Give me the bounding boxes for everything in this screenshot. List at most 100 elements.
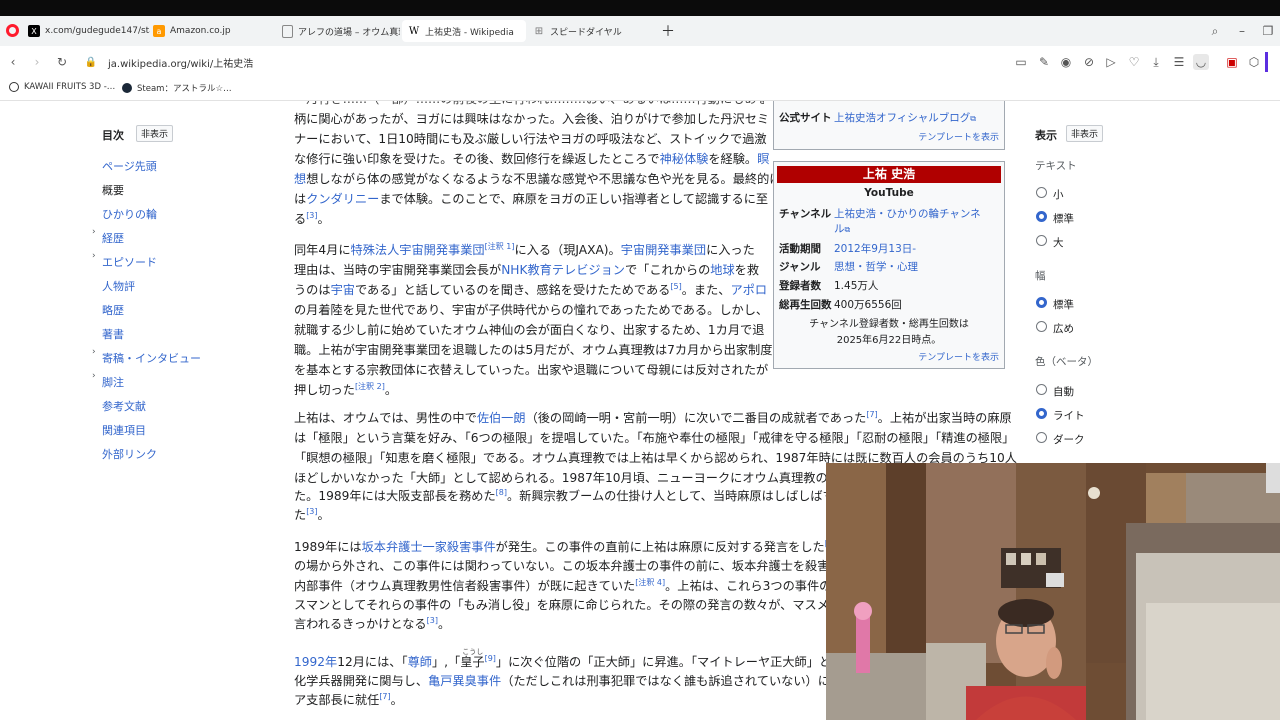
screen-top-strip [0,0,1280,16]
toc-item-hikari[interactable]: ひかりの輪 [102,206,157,222]
edit-icon[interactable]: ✎ [1036,54,1052,70]
article-line: を基本とする宗教団体に衣替えしていった。出家や退職について母親には反対されたが [294,363,769,377]
ib-channel-label: チャンネル [779,208,832,220]
lock-icon: 🔒 [84,56,98,68]
template-link[interactable]: テンプレートを表示 [918,130,999,143]
ib-note-date: 2025年6月22日時点。 [836,335,942,346]
ib-title: 上祐 史浩 [777,166,1001,183]
article-line: ナーにおいて、1日10時間にも及ぶ厳しい行法やヨガの呼吸法など、ストイックで過激 [294,132,767,146]
template-link[interactable]: テンプレートを表示 [918,350,999,363]
color-heading: 色（ベータ） [1035,356,1098,368]
cube-icon[interactable]: ⬡ [1246,54,1262,70]
article-line: の月着陸を見た世代であり、宇宙が子供時代からの憧れであったためである。しかし、 [294,303,769,317]
bookmarks-bar: KAWAII FRUITS 3D -… Steam：アストラル☆… [0,78,1280,101]
bookmark-kawaii[interactable]: KAWAII FRUITS 3D -… [9,82,115,92]
profile-icon[interactable]: ◡ [1193,54,1209,70]
ib-note: チャンネル登録者数・総再生回数は [809,319,969,330]
toc-item-references[interactable]: 参考文献 [102,398,146,414]
article-line: た[3]。 [294,506,330,522]
article-line: 同年4月に特殊法人宇宙開発事業団[注釈 1]に入る（現JAXA)。宇宙開発事業団… [294,241,755,257]
article-line: うのは宇宙である」と話しているのを聞き、感銘を受けたためである[5]。また、アポ… [294,281,768,297]
chevron-right-icon[interactable]: › [92,347,96,357]
radio-width-standard[interactable] [1036,297,1047,308]
extension-red-icon[interactable]: ▣ [1224,54,1240,70]
reader-icon[interactable]: ▭ [1013,54,1029,70]
ib-views-value: 400万6556回 [834,299,902,311]
download-icon[interactable]: ⤓ [1148,54,1164,70]
toc-item-episodes[interactable]: エピソード [102,254,157,270]
link-kundalini[interactable]: クンダリニー [306,192,379,206]
restore-icon[interactable]: ❐ [1260,23,1276,39]
toc-item-related[interactable]: 関連項目 [102,422,146,438]
tab-x[interactable]: X x.com/gudegude147/stat… [22,20,150,42]
address-bar-row: ‹ › ↻ 🔒 ja.wikipedia.org/wiki/上祐史浩 ▭ ✎ ◉… [0,46,1280,78]
heart-icon[interactable]: ♡ [1126,54,1142,70]
chevron-right-icon[interactable]: › [92,371,96,381]
appearance-hide-button[interactable]: 非表示 [1066,125,1104,142]
toc-item-career[interactable]: 経歴 [102,230,124,246]
bookmark-steam[interactable]: Steam：アストラル☆… [122,82,232,94]
toc-item-top[interactable]: ページ先頭 [102,158,157,174]
x-logo-icon: X [28,25,40,37]
ib-official-link[interactable]: 上祐史浩オフィシャルブログ [834,112,970,124]
article-line: 1989年には坂本弁護士一家殺害事件が発生。この事件の直前に上祐は麻原に反対する… [294,539,836,554]
chevron-right-icon[interactable]: › [92,251,96,261]
globe-icon [9,82,19,92]
article-line: 想想しながら体の感覚がなくなるような不思議な感覚や不思議な色や光を見る。最終的に [294,172,782,186]
toc-item-overview[interactable]: 概要 [102,182,124,198]
search-tabs-icon[interactable]: ⌕ [1207,23,1223,39]
minimize-icon[interactable]: – [1234,23,1250,39]
ib-channel-link[interactable]: 上祐史浩・ひかりの輪チャンネ [834,208,981,220]
link-meisou[interactable]: 瞑 [757,152,769,166]
shield-icon[interactable]: ⊘ [1081,54,1097,70]
tab-speed-dial[interactable]: ⊞ スピードダイヤル [527,20,651,42]
article-line: 一月行き……（一部）……の前後の主に行われ………おい、あるいは……行動にもある… [294,101,764,110]
ib-official-label: 公式サイト [779,112,832,124]
ib-period-value[interactable]: 2012年9月13日- [834,243,916,255]
play-icon[interactable]: ▷ [1103,54,1119,70]
address-field[interactable]: ja.wikipedia.org/wiki/上祐史浩 [108,55,253,70]
toc-item-external[interactable]: 外部リンク [102,446,157,462]
article-line: 押し切った[注釈 2]。 [294,381,397,397]
chevron-right-icon[interactable]: › [92,227,96,237]
ib-genre-value[interactable]: 思想・哲学・心理 [834,261,918,273]
new-tab-icon[interactable]: ＋ [660,23,676,40]
tab-aleph[interactable]: アレフの道場 – オウム真理教… [276,20,400,42]
link-mystic[interactable]: 神秘体験 [660,152,709,166]
back-icon[interactable]: ‹ [5,54,21,70]
article-line: る[3]。 [294,210,330,226]
forward-icon[interactable]: › [29,54,45,70]
article-line: ほどしかいなかった「大師」として認められる。1987年10月頃、ニューヨークにオ… [294,471,865,485]
opera-menu-icon[interactable] [6,24,19,37]
reload-icon[interactable]: ↻ [54,54,70,70]
article-line: スマンとしてそれらの事件の「もみ消し役」を麻原に命じられた。その際の発言の数々が… [294,598,829,612]
toc-hide-button[interactable]: 非表示 [136,125,174,142]
article-line: 上祐は、オウムでは、男性の中で佐伯一朗（後の岡崎一明・宮前一明）に次いで二番目の… [294,409,1012,425]
radio-color-auto[interactable] [1036,384,1047,395]
wikipedia-icon: W [408,25,420,37]
radio-text-large[interactable] [1036,235,1047,246]
infobox-youtube: 上祐 史浩 YouTube チャンネル 上祐史浩・ひかりの輪チャンネ ル⧉ 活動… [773,161,1005,369]
article-line: 理由は、当時の宇宙開発事業団会長がNHK教育テレビジョンで「これからの地球を救 [294,263,760,277]
toc-item-interviews[interactable]: 寄稿・インタビュー [102,350,201,366]
ib-subtitle: YouTube [864,187,914,199]
radio-text-standard[interactable] [1036,211,1047,222]
toc-item-history[interactable]: 略歴 [102,302,124,318]
tab-wikipedia[interactable]: W 上祐史浩 - Wikipedia [402,20,526,42]
article-line: 1992年12月には、「尊師」,「皇子 こうし [9]」に次ぐ位階の「正大師」に昇進… [294,648,844,669]
article-line: の場から外され、この事件には関わっていない。この坂本弁護士の事件の前に、坂本弁護… [294,559,830,573]
tab-amazon[interactable]: a Amazon.co.jp [147,20,275,42]
article-line: はクンダリニーまで体験。このことで、麻原をヨガの正しい指導者として認識するに至 [294,192,769,206]
toc-item-books[interactable]: 著書 [102,326,124,342]
article-line: 柄に関心があったが、ヨガには興味はなかった。入会後、泊りがけで参加した丹沢セミ [294,112,770,126]
radio-text-small[interactable] [1036,187,1047,198]
external-link-icon: ⧉ [844,225,851,234]
article-line: 内部事件（オウム真理教男性信者殺害事件）が既に起きていた[注釈 4]。上祐は、こ… [294,577,832,593]
toc-item-notes[interactable]: 脚注 [102,374,124,390]
radio-color-dark[interactable] [1036,432,1047,443]
easy-setup-icon[interactable]: ☰ [1171,54,1187,70]
radio-color-light[interactable] [1036,408,1047,419]
radio-width-wide[interactable] [1036,321,1047,332]
toc-item-reviews[interactable]: 人物評 [102,278,135,294]
camera-icon[interactable]: ◉ [1058,54,1074,70]
